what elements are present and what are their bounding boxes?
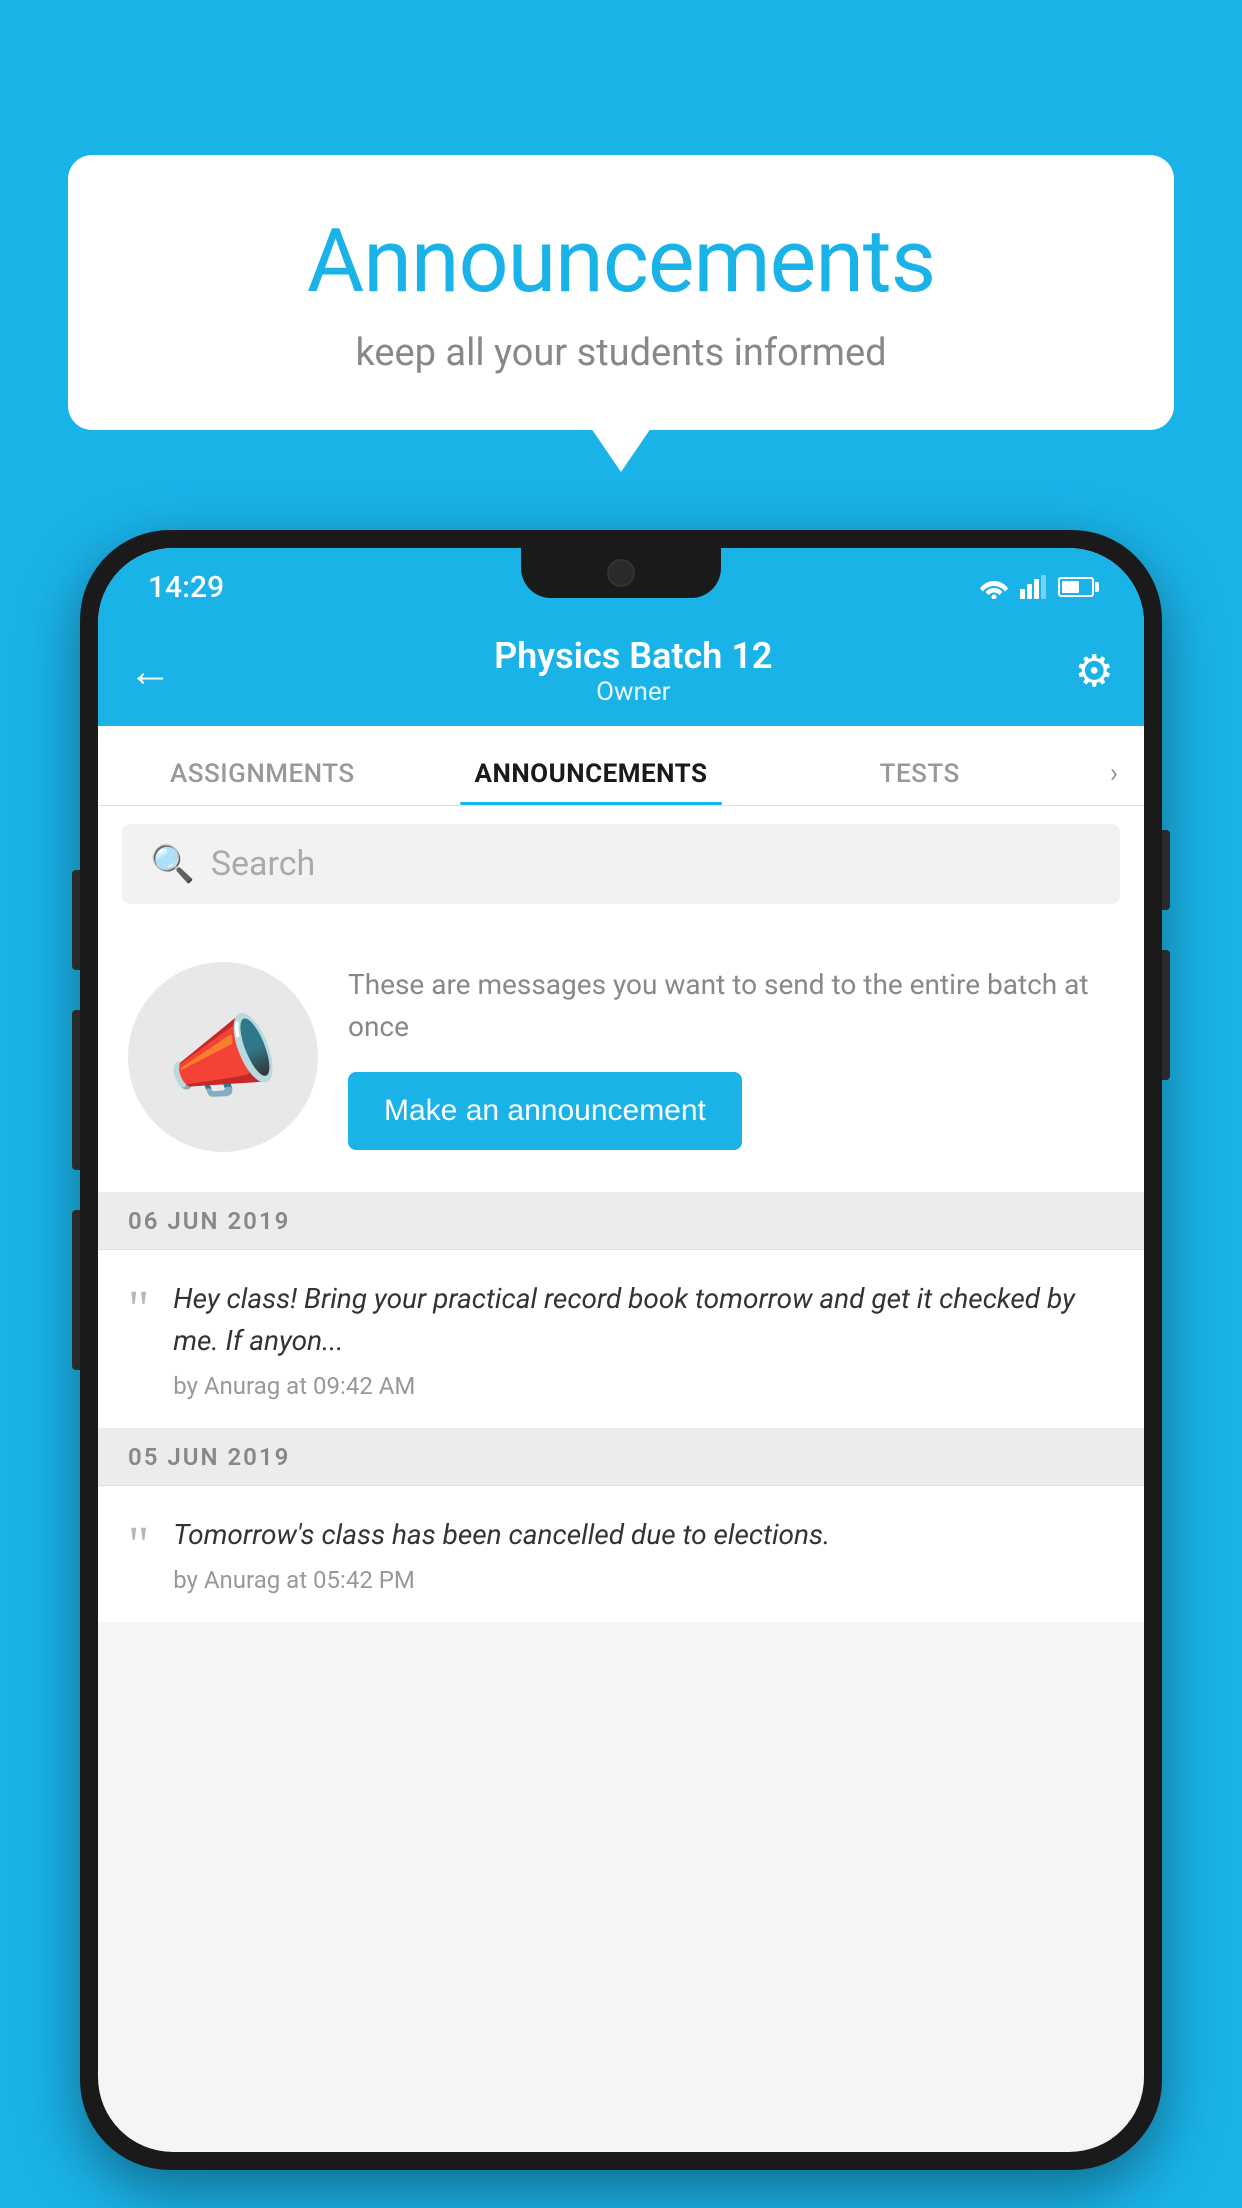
phone-button-left-1 [72,870,80,970]
app-bar-subtitle: Owner [192,677,1075,707]
announcement-meta-1: by Anurag at 09:42 AM [173,1372,1114,1400]
speech-bubble: Announcements keep all your students inf… [68,155,1174,430]
promo-right: These are messages you want to send to t… [348,964,1114,1150]
settings-icon[interactable]: ⚙ [1075,645,1114,697]
back-button[interactable]: ← [128,645,172,697]
app-bar-title: Physics Batch 12 [192,635,1075,677]
megaphone-icon: 📣 [167,1005,279,1110]
signal-icon [1020,575,1048,599]
announcement-content-1: Hey class! Bring your practical record b… [173,1278,1114,1400]
phone-button-right-1 [1162,830,1170,910]
phone-button-left-3 [72,1210,80,1370]
tab-announcements[interactable]: ANNOUNCEMENTS [427,759,756,805]
announcement-text-1: Hey class! Bring your practical record b… [173,1278,1114,1362]
battery-icon [1058,577,1094,597]
phone-button-right-2 [1162,950,1170,1080]
phone-notch [521,548,721,598]
announcement-item-1[interactable]: " Hey class! Bring your practical record… [98,1250,1144,1429]
promo-text: These are messages you want to send to t… [348,964,1114,1048]
speech-bubble-section: Announcements keep all your students inf… [68,155,1174,430]
search-bar[interactable]: 🔍 Search [122,824,1120,904]
tab-assignments[interactable]: ASSIGNMENTS [98,759,427,805]
announcement-meta-2: by Anurag at 05:42 PM [173,1566,1114,1594]
phone-camera [607,559,635,587]
tabs-container: ASSIGNMENTS ANNOUNCEMENTS TESTS › [98,726,1144,806]
tab-tests[interactable]: TESTS [755,759,1084,805]
phone-mockup: 14:29 [80,530,1162,2170]
quote-icon-1: " [128,1284,149,1336]
make-announcement-button[interactable]: Make an announcement [348,1072,742,1150]
app-bar: ← Physics Batch 12 Owner ⚙ [98,616,1144,726]
announcement-item-2[interactable]: " Tomorrow's class has been cancelled du… [98,1486,1144,1622]
promo-icon-circle: 📣 [128,962,318,1152]
announcement-promo: 📣 These are messages you want to send to… [98,922,1144,1193]
phone-outer: 14:29 [80,530,1162,2170]
status-icons [978,575,1094,599]
search-container: 🔍 Search [98,806,1144,922]
date-separator-1: 06 JUN 2019 [98,1193,1144,1250]
date-separator-2: 05 JUN 2019 [98,1429,1144,1486]
battery-fill [1062,581,1079,593]
announcement-content-2: Tomorrow's class has been cancelled due … [173,1514,1114,1594]
wifi-icon [978,575,1010,599]
announcement-text-2: Tomorrow's class has been cancelled due … [173,1514,1114,1556]
quote-icon-2: " [128,1520,149,1572]
bubble-subtitle: keep all your students informed [108,331,1134,375]
tab-more[interactable]: › [1084,756,1144,805]
phone-screen: 14:29 [98,548,1144,2152]
search-placeholder: Search [211,844,315,884]
app-bar-title-container: Physics Batch 12 Owner [192,635,1075,707]
search-icon: 🔍 [150,843,195,885]
status-time: 14:29 [148,570,224,605]
phone-button-left-2 [72,1010,80,1170]
bubble-title: Announcements [108,210,1134,313]
